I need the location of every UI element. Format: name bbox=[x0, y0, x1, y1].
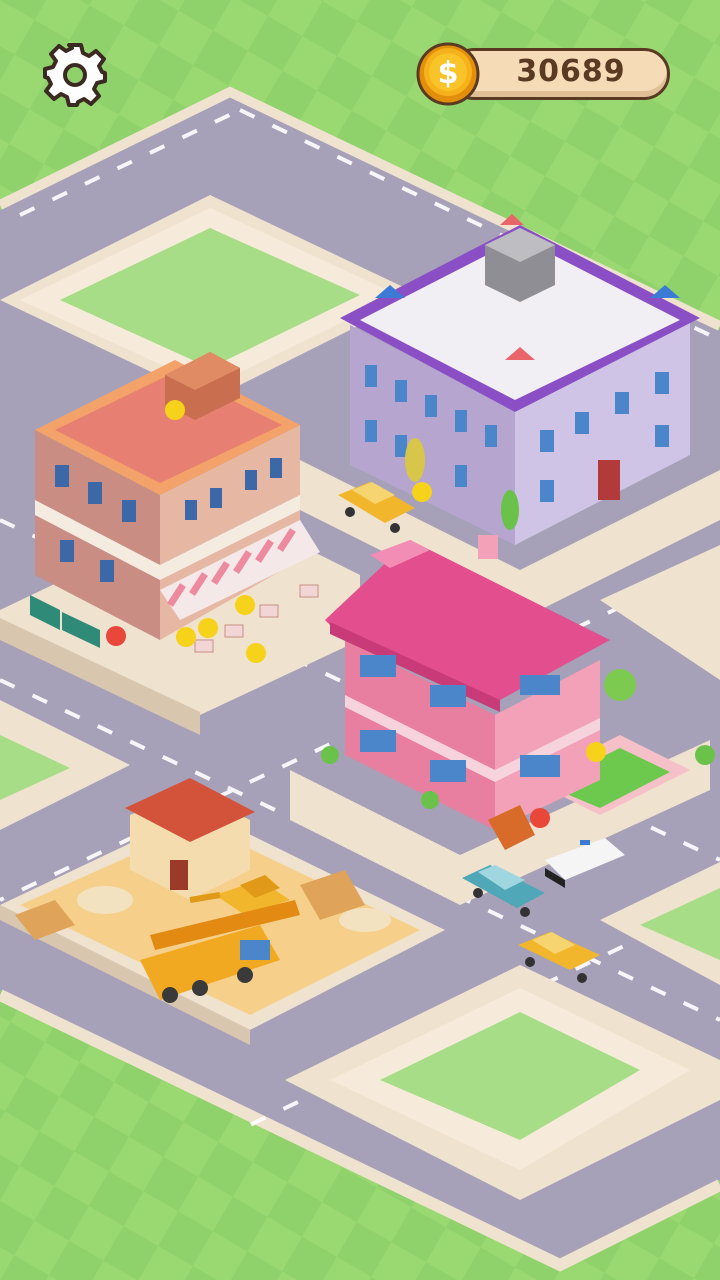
settings-button[interactable] bbox=[40, 40, 110, 110]
gear-icon bbox=[43, 43, 107, 107]
hud: 30689 $ bbox=[0, 0, 720, 140]
coin-counter: 30689 $ bbox=[416, 42, 672, 106]
coin-amount: 30689 bbox=[516, 54, 626, 89]
city-map[interactable] bbox=[0, 0, 720, 1280]
coin-symbol: $ bbox=[438, 56, 459, 91]
dollar-coin-icon: $ bbox=[416, 42, 480, 106]
